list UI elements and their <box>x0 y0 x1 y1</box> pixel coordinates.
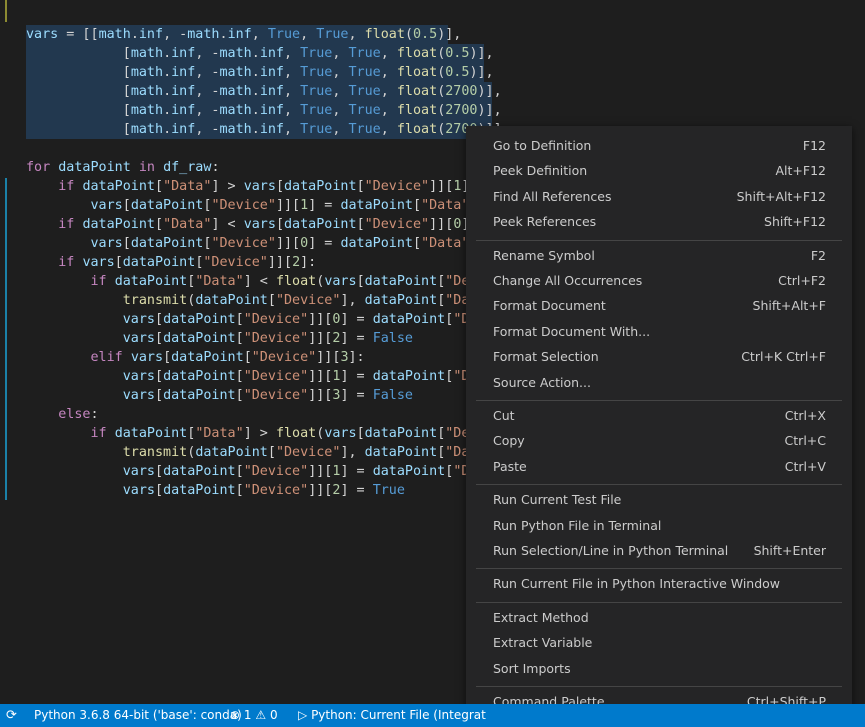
menu-item-run-selection-line-in-python-terminal[interactable]: Run Selection/Line in Python Terminal Shi… <box>466 539 852 563</box>
code-line[interactable]: [math.inf, -math.inf, True, True, float(… <box>26 101 502 120</box>
code-line[interactable]: transmit(dataPoint["Device"], dataPoint[… <box>26 291 486 310</box>
menu-item-format-document-with[interactable]: Format Document With... <box>466 320 852 344</box>
menu-item-run-python-file-in-terminal[interactable]: Run Python File in Terminal <box>466 514 852 538</box>
menu-item-label: Format Document <box>493 298 606 314</box>
menu-item-label: Change All Occurrences <box>493 273 643 288</box>
code-line[interactable]: else: <box>26 405 98 424</box>
python-interpreter[interactable]: Python 3.6.8 64-bit ('base': conda) <box>34 704 242 727</box>
menu-item-format-document[interactable]: Format Document Shift+Alt+F <box>466 294 852 318</box>
menu-item-label: Run Selection/Line in Python Terminal <box>493 543 729 558</box>
menu-separator <box>476 239 842 241</box>
code-line[interactable]: vars[dataPoint["Device"]][0] = dataPoint… <box>26 234 478 253</box>
menu-item-shortcut: Alt+F12 <box>775 163 827 179</box>
code-line[interactable]: vars[dataPoint["Device"]][1] = dataPoint… <box>26 367 486 386</box>
code-line[interactable]: vars[dataPoint["Device"]][0] = dataPoint… <box>26 310 486 329</box>
menu-item-extract-method[interactable]: Extract Method <box>466 606 852 630</box>
error-icon: ⊗ <box>230 708 241 722</box>
problems-indicator[interactable]: ⊗ 1 ⚠ 0 <box>230 704 278 727</box>
menu-item-shortcut: Shift+Alt+F12 <box>736 188 826 204</box>
menu-item-format-selection[interactable]: Format Selection Ctrl+K Ctrl+F <box>466 345 852 369</box>
menu-item-cut[interactable]: Cut Ctrl+X <box>466 404 852 428</box>
code-line[interactable]: transmit(dataPoint["Device"], dataPoint[… <box>26 443 486 462</box>
code-line[interactable]: vars[dataPoint["Device"]][3] = False <box>26 386 413 405</box>
code-line[interactable]: if dataPoint["Data"] < vars[dataPoint["D… <box>26 215 477 234</box>
code-line[interactable]: vars[dataPoint["Device"]][1] = dataPoint… <box>26 462 486 481</box>
code-line[interactable]: [math.inf, -math.inf, True, True, float(… <box>26 120 502 139</box>
menu-item-shortcut: Ctrl+V <box>784 458 826 474</box>
menu-item-label: Paste <box>493 458 527 474</box>
code-line[interactable]: vars[dataPoint["Device"]][2] = False <box>26 329 413 348</box>
menu-item-paste[interactable]: Paste Ctrl+V <box>466 455 852 479</box>
menu-item-change-all-occurrences[interactable]: Change All Occurrences Ctrl+F2 <box>466 269 852 293</box>
code-line[interactable]: vars[dataPoint["Device"]][1] = dataPoint… <box>26 196 478 215</box>
menu-item-shortcut: Shift+F12 <box>764 214 826 230</box>
menu-separator <box>476 400 842 401</box>
code-line[interactable]: if dataPoint["Data"] > float(vars[dataPo… <box>26 424 486 443</box>
menu-item-shortcut: Shift+Alt+F <box>752 298 826 314</box>
run-configuration-label: Python: Current File (Integrat <box>311 708 486 722</box>
menu-item-peek-definition[interactable]: Peek Definition Alt+F12 <box>466 159 852 183</box>
menu-item-shortcut: Ctrl+F2 <box>778 273 826 288</box>
menu-item-label: Format Document With... <box>493 323 651 339</box>
menu-item-shortcut: Shift+Enter <box>753 543 826 558</box>
code-line[interactable]: if dataPoint["Data"] < float(vars[dataPo… <box>26 272 486 291</box>
menu-item-source-action[interactable]: Source Action... <box>466 371 852 395</box>
menu-separator <box>476 601 842 603</box>
menu-item-find-all-references[interactable]: Find All References Shift+Alt+F12 <box>466 185 852 209</box>
code-line[interactable]: for dataPoint in df_raw: <box>26 158 220 177</box>
menu-item-extract-variable[interactable]: Extract Variable <box>466 631 852 655</box>
code-line[interactable]: elif vars[dataPoint["Device"]][3]: <box>26 348 365 367</box>
menu-item-copy[interactable]: Copy Ctrl+C <box>466 429 852 453</box>
code-line[interactable]: vars[dataPoint["Device"]][2] = True <box>26 481 405 500</box>
code-line[interactable]: if vars[dataPoint["Device"]][2]: <box>26 253 316 272</box>
menu-item-label: Peek References <box>493 214 597 230</box>
menu-item-label: Extract Variable <box>493 635 593 651</box>
code-line[interactable]: [math.inf, -math.inf, True, True, float(… <box>26 82 502 101</box>
menu-item-label: Go to Definition <box>493 138 592 153</box>
menu-item-shortcut: Ctrl+C <box>784 433 826 449</box>
menu-item-label: Cut <box>493 408 515 423</box>
menu-item-go-to-definition[interactable]: Go to Definition F12 <box>466 134 852 158</box>
menu-item-label: Extract Method <box>493 609 589 625</box>
play-icon: ▷ <box>298 708 308 722</box>
menu-item-label: Find All References <box>493 188 612 204</box>
menu-item-shortcut: F12 <box>802 138 826 153</box>
menu-item-label: Format Selection <box>493 349 599 365</box>
menu-item-shortcut: F2 <box>810 247 826 263</box>
sync-icon[interactable]: ⟳ <box>6 704 17 727</box>
code-line[interactable]: [math.inf, -math.inf, True, True, float(… <box>26 63 494 82</box>
menu-item-label: Run Current Test File <box>493 492 622 508</box>
run-configuration[interactable]: ▷ Python: Current File (Integrat <box>298 704 486 727</box>
menu-item-peek-references[interactable]: Peek References Shift+F12 <box>466 210 852 234</box>
menu-item-label: Sort Imports <box>493 660 571 676</box>
menu-item-run-current-file-in-python-interactive-window[interactable]: Run Current File in Python Interactive W… <box>466 572 852 596</box>
menu-item-label: Rename Symbol <box>493 247 595 263</box>
menu-item-rename-symbol[interactable]: Rename Symbol F2 <box>466 244 852 268</box>
menu-item-run-current-test-file[interactable]: Run Current Test File <box>466 488 852 512</box>
menu-item-sort-imports[interactable]: Sort Imports <box>466 657 852 681</box>
menu-item-label: Source Action... <box>493 374 591 390</box>
menu-item-label: Peek Definition <box>493 163 588 179</box>
menu-separator <box>476 568 842 570</box>
git-change-gutter <box>5 178 7 500</box>
menu-item-label: Copy <box>493 433 525 449</box>
code-line[interactable]: if dataPoint["Data"] > vars[dataPoint["D… <box>26 177 477 196</box>
code-line[interactable]: [math.inf, -math.inf, True, True, float(… <box>26 44 494 63</box>
status-bar: ⟳ Python 3.6.8 64-bit ('base': conda) ⊗ … <box>0 704 865 727</box>
menu-separator <box>476 686 842 687</box>
menu-item-shortcut: Ctrl+X <box>784 408 826 423</box>
menu-item-shortcut: Ctrl+K Ctrl+F <box>741 349 826 365</box>
error-count: 1 <box>243 708 252 722</box>
editor-context-menu: Go to Definition F12 Peek Definition Alt+F1… <box>466 126 852 722</box>
warning-icon: ⚠ <box>255 708 267 722</box>
warning-count: 0 <box>269 708 278 722</box>
code-line[interactable]: vars = [[math.inf, -math.inf, True, True… <box>26 25 461 44</box>
menu-item-label: Run Python File in Terminal <box>493 517 662 533</box>
menu-separator <box>476 484 842 486</box>
menu-item-label: Run Current File in Python Interactive W… <box>493 576 781 592</box>
git-modified-gutter <box>5 0 7 22</box>
